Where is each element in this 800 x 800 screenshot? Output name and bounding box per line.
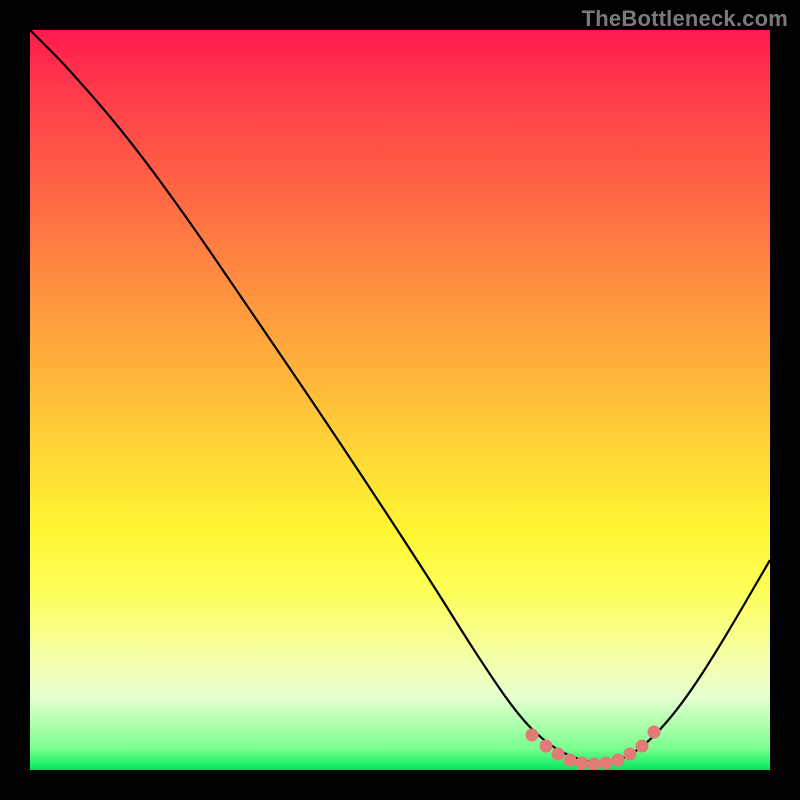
trough-dots [526, 726, 661, 771]
watermark-text: TheBottleneck.com [582, 6, 788, 32]
trough-dot [576, 757, 589, 770]
trough-dot [552, 748, 565, 761]
trough-dot [624, 748, 637, 761]
trough-dot [636, 740, 649, 753]
trough-dot [612, 754, 625, 767]
trough-dot [540, 740, 553, 753]
trough-dot [564, 754, 577, 767]
trough-dot [648, 726, 661, 739]
chart-frame: TheBottleneck.com [0, 0, 800, 800]
trough-dot [526, 729, 539, 742]
bottleneck-curve [30, 30, 770, 763]
trough-dot [588, 758, 601, 771]
trough-dot [600, 757, 613, 770]
curve-layer [30, 30, 770, 770]
plot-area [30, 30, 770, 770]
